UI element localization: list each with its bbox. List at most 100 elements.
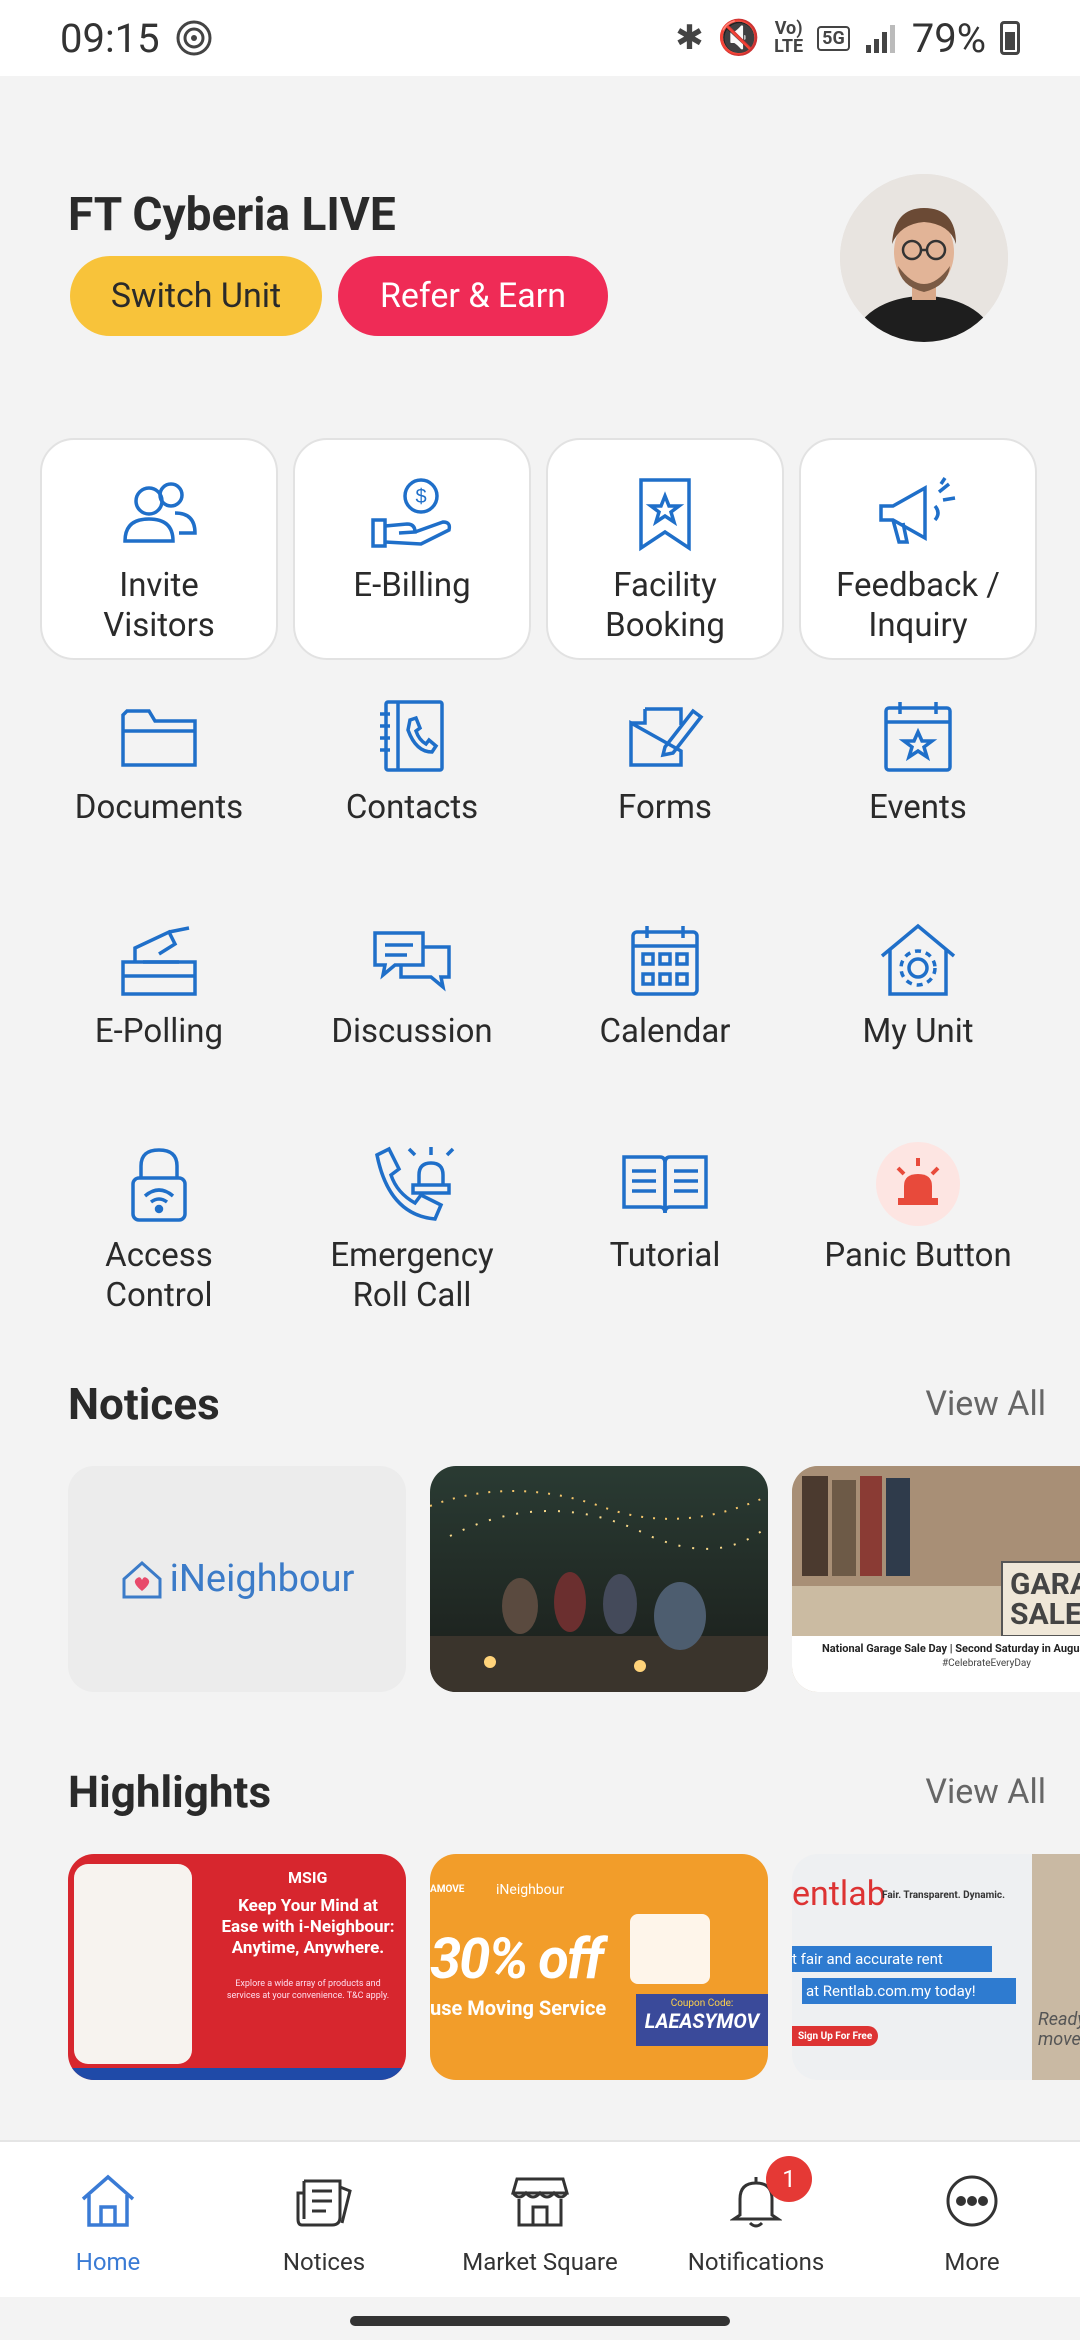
highlights-view-all-link[interactable]: View All [925, 1772, 1046, 1812]
home-icon [81, 2174, 135, 2227]
phone-alarm-icon [375, 1146, 455, 1221]
tile-access-control[interactable]: Access Control [40, 1110, 278, 1332]
nav-label: Notifications [687, 2248, 825, 2276]
nav-label: Market Square [462, 2248, 618, 2276]
phone-mockup-image [74, 1864, 192, 2064]
tile-contacts[interactable]: Contacts [293, 662, 531, 884]
rentlab-cta: Sign Up For Free [792, 2026, 879, 2046]
nav-home[interactable]: Home [0, 2142, 216, 2297]
notification-badge: 1 [766, 2156, 812, 2202]
tile-label: Feedback / Inquiry [836, 566, 1000, 645]
msig-subtext: Explore a wide array of products and ser… [226, 1979, 390, 2001]
calendar-icon [631, 926, 699, 996]
tile-discussion[interactable]: Discussion [293, 886, 531, 1108]
coupon-code: LAEASYMOV [644, 2009, 760, 2033]
rentlab-line1: t fair and accurate rent [792, 1946, 992, 1972]
house-gear-icon [880, 923, 956, 996]
event-calendar-icon [884, 702, 952, 772]
notices-icon [296, 2179, 352, 2227]
nav-market-square[interactable]: Market Square [432, 2142, 648, 2297]
notice-card-party[interactable] [430, 1466, 768, 1692]
visitors-icon [123, 482, 197, 543]
tile-label: E-Billing [353, 566, 471, 605]
tile-label: Calendar [599, 1012, 731, 1051]
nav-label: Home [75, 2248, 141, 2276]
tile-facility-booking[interactable]: Facility Booking [546, 438, 784, 660]
billing-icon: $ [371, 478, 452, 548]
ballot-box-icon [121, 926, 197, 996]
chat-bubbles-icon [373, 931, 451, 992]
home-indicator[interactable] [350, 2316, 730, 2326]
msig-footer-bar [68, 2068, 406, 2080]
garage-sale-caption: National Garage Sale Day | Second Saturd… [822, 1642, 1080, 1655]
ineighbour-logo-text: iNeighbour [169, 1557, 355, 1601]
tile-label: Documents [74, 788, 244, 827]
tile-label: Events [869, 788, 967, 827]
battery-icon [1000, 21, 1020, 55]
rentlab-box-note: Ready to move [1038, 2009, 1080, 2050]
nav-notices[interactable]: Notices [216, 2142, 432, 2297]
notices-carousel[interactable]: iNeighbour GARAG SALE National Garage Sa… [68, 1466, 1080, 1692]
party-photo [430, 1466, 768, 1692]
highlight-card-msig[interactable]: MSIG Keep Your Mind at Ease with i-Neigh… [68, 1854, 406, 2080]
tile-tutorial[interactable]: Tutorial [546, 1110, 784, 1332]
refer-earn-button[interactable]: Refer & Earn [338, 256, 608, 336]
tile-emergency-roll-call[interactable]: Emergency Roll Call [293, 1110, 531, 1332]
tile-label: E-Polling [94, 1012, 224, 1051]
tile-label: Access Control [105, 1236, 213, 1315]
tile-label: Emergency Roll Call [330, 1236, 494, 1315]
tile-e-polling[interactable]: E-Polling [40, 886, 278, 1108]
nav-notifications[interactable]: 1 Notifications [648, 2142, 864, 2297]
more-icon [946, 2175, 998, 2227]
van-image [630, 1914, 710, 1984]
tile-label: Discussion [331, 1012, 493, 1051]
store-icon [511, 2177, 569, 2227]
msig-headline: Keep Your Mind at Ease with i-Neighbour:… [221, 1896, 395, 1958]
nav-more[interactable]: More [864, 2142, 1080, 2297]
garage-sale-tag: #CelebrateEveryDay [942, 1658, 1032, 1669]
switch-unit-button[interactable]: Switch Unit [70, 256, 322, 336]
5g-icon: 5G [817, 25, 850, 51]
nav-label: More [944, 2248, 1000, 2276]
notices-view-all-link[interactable]: View All [925, 1384, 1046, 1424]
tile-label: Panic Button [824, 1236, 1012, 1275]
tile-forms[interactable]: Forms [546, 662, 784, 884]
open-book-icon [622, 1155, 708, 1214]
status-time: 09:15 [60, 14, 160, 62]
rentlab-tagline: Fair. Transparent. Dynamic. [882, 1890, 1006, 1901]
tile-invite-visitors[interactable]: Invite Visitors [40, 438, 278, 660]
lalamove-brand: iNeighbour [496, 1882, 565, 1898]
highlights-carousel[interactable]: MSIG Keep Your Mind at Ease with i-Neigh… [68, 1854, 1080, 2080]
volte-icon: Vo) LTE [774, 18, 804, 57]
tile-feedback-inquiry[interactable]: Feedback / Inquiry [799, 438, 1037, 660]
folder-icon [121, 709, 197, 767]
notice-card-garage-sale[interactable]: GARAG SALE National Garage Sale Day | Se… [792, 1466, 1080, 1692]
garage-sale-sign: GARAG SALE [1010, 1567, 1080, 1632]
tile-calendar[interactable]: Calendar [546, 886, 784, 1108]
highlight-card-lalamove[interactable]: AMOVE iNeighbour 30% off use Moving Serv… [430, 1854, 768, 2080]
tile-label: Facility Booking [605, 566, 725, 645]
forms-icon [629, 707, 704, 767]
notice-card-ineighbour[interactable]: iNeighbour [68, 1466, 406, 1692]
tile-events[interactable]: Events [799, 662, 1037, 884]
signal-icon [865, 25, 895, 53]
avatar[interactable] [840, 174, 1008, 342]
mute-icon: 🔇 [717, 18, 761, 58]
notices-title: Notices [68, 1378, 220, 1430]
lalamove-service: use Moving Service [430, 1996, 607, 2020]
tile-panic-button[interactable]: Panic Button [799, 1110, 1037, 1332]
tile-label: Tutorial [609, 1236, 721, 1275]
highlight-card-rentlab[interactable]: entlab Fair. Transparent. Dynamic. t fai… [792, 1854, 1080, 2080]
hotspot-icon [176, 20, 212, 56]
coupon-label: Coupon Code: [670, 1998, 734, 2009]
tile-my-unit[interactable]: My Unit [799, 886, 1037, 1108]
tile-documents[interactable]: Documents [40, 662, 278, 884]
highlights-title: Highlights [68, 1766, 272, 1818]
tile-label: Invite Visitors [103, 566, 215, 645]
tile-e-billing[interactable]: $ E-Billing [293, 438, 531, 660]
bottom-nav: Home Notices Market Square 1 Notificatio… [0, 2140, 1080, 2297]
avatar-photo [840, 174, 1008, 342]
ineighbour-logo-icon [122, 1560, 162, 1599]
lalamove-offer: 30% off [430, 1926, 604, 1992]
tile-label: Forms [618, 788, 712, 827]
